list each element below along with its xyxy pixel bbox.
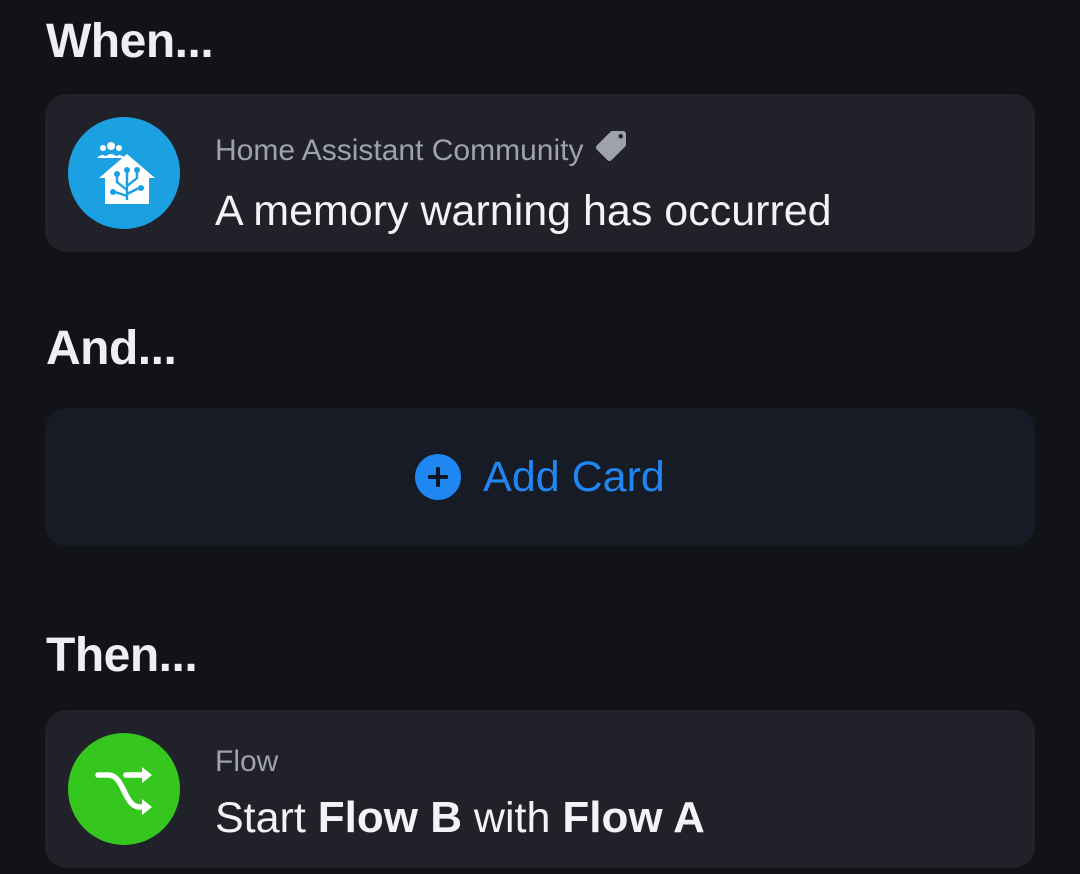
tag-icon: [593, 128, 629, 173]
shuffle-icon: [68, 733, 180, 845]
trigger-app-name-row: Home Assistant Community: [215, 128, 995, 173]
add-card-label: Add Card: [483, 452, 665, 501]
plus-circle-icon: [415, 454, 462, 500]
action-card[interactable]: Flow Start Flow B with Flow A: [45, 710, 1035, 868]
trigger-title: A memory warning has occurred: [215, 187, 832, 235]
add-card-button[interactable]: Add Card: [45, 408, 1035, 546]
flow-token-1[interactable]: Flow B: [318, 793, 462, 842]
trigger-app-name: Home Assistant Community: [215, 133, 584, 167]
home-assistant-icon: [68, 117, 180, 229]
then-section-title: Then...: [46, 629, 198, 682]
when-section-title: When...: [46, 15, 214, 68]
action-title-prefix: Start: [215, 794, 306, 842]
and-section-title: And...: [46, 322, 177, 375]
trigger-card[interactable]: Home Assistant Community A memory warnin…: [45, 94, 1035, 252]
flow-token-2[interactable]: Flow A: [562, 793, 705, 842]
action-title-middle: with: [473, 794, 551, 842]
action-app-name: Flow: [215, 745, 279, 778]
action-title: Start Flow B with Flow A: [215, 792, 995, 844]
